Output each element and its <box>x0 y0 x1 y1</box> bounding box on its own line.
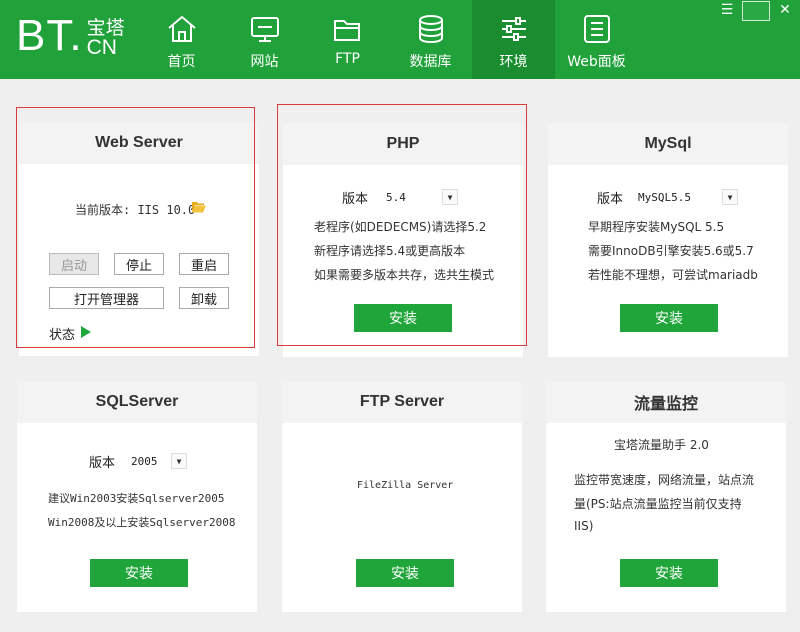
sqlserver-install-button[interactable]: 安装 <box>90 559 188 587</box>
chevron-down-icon: ▼ <box>722 189 738 205</box>
logo-cn-bottom: CN <box>86 36 117 59</box>
php-version-label: 版本 <box>342 192 369 207</box>
status-label: 状态 <box>49 328 76 343</box>
environment-panel: Web Server 当前版本: IIS 10.0 启动 停止 重启 打开管理器… <box>0 79 800 632</box>
window-controls: ☰ ✕ <box>712 0 800 22</box>
home-icon <box>167 15 196 42</box>
sqlserver-title: SQLServer <box>17 381 257 423</box>
nav-home-label: 首页 <box>167 54 196 70</box>
traffic-hint-2: 量(PS:站点流量监控当前仅支持 <box>574 497 742 511</box>
start-button[interactable]: 启动 <box>49 253 99 275</box>
sqlserver-hint-2: Win2008及以上安装Sqlserver2008 <box>48 516 236 529</box>
mysql-hint-1: 早期程序安装MySQL 5.5 <box>588 220 725 234</box>
web-server-title: Web Server <box>19 122 259 164</box>
mysql-hint-3: 若性能不理想，可尝试mariadb <box>588 268 758 282</box>
php-install-button[interactable]: 安装 <box>354 304 452 332</box>
nav-web-panel[interactable]: Web面板 <box>555 0 638 79</box>
mysql-version-select[interactable]: MySQL5.5 ▼ <box>638 187 738 207</box>
folder-icon <box>333 20 360 41</box>
folder-open-icon[interactable] <box>192 201 206 213</box>
nav-home[interactable]: 首页 <box>140 0 223 79</box>
main-nav: 首页 网站 FTP 数据库 环境 Web面板 <box>140 0 638 79</box>
chevron-down-icon: ▼ <box>171 453 187 469</box>
traffic-product-name: 宝塔流量助手 2.0 <box>614 438 709 452</box>
minimize-button[interactable] <box>742 1 770 21</box>
bt-logo: BT. 宝塔 CN <box>16 11 125 60</box>
ftp-server-title: FTP Server <box>282 381 522 423</box>
sqlserver-card: SQLServer 版本 2005 ▼ 建议Win2003安装Sqlserver… <box>17 381 257 612</box>
nav-web-panel-label: Web面板 <box>567 54 626 70</box>
database-icon <box>418 15 443 44</box>
sliders-icon <box>501 17 526 41</box>
sqlserver-version-label: 版本 <box>89 456 116 471</box>
php-hint-2: 新程序请选择5.4或更高版本 <box>314 244 466 258</box>
php-version-value: 5.4 <box>386 190 406 204</box>
web-server-version: 当前版本: IIS 10.0 <box>75 203 196 217</box>
ftp-install-button[interactable]: 安装 <box>356 559 454 587</box>
traffic-monitor-title: 流量监控 <box>546 381 786 423</box>
traffic-hint-1: 监控带宽速度，网络流量，站点流 <box>574 473 755 487</box>
nav-ftp-label: FTP <box>335 51 360 67</box>
php-hint-1: 老程序(如DEDECMS)请选择5.2 <box>314 220 487 234</box>
php-title: PHP <box>283 123 523 165</box>
mysql-title: MySql <box>548 123 788 165</box>
logo-bt-text: BT. <box>16 11 83 60</box>
nav-website[interactable]: 网站 <box>223 0 306 79</box>
logo-cn-top: 宝塔 <box>86 17 125 39</box>
ftp-product-name: FileZilla Server <box>357 480 454 491</box>
mysql-card: MySql 版本 MySQL5.5 ▼ 早期程序安装MySQL 5.5 需要In… <box>548 123 788 357</box>
nav-environment[interactable]: 环境 <box>472 0 555 79</box>
running-status-icon <box>81 326 91 338</box>
restart-button[interactable]: 重启 <box>179 253 229 275</box>
php-version-select[interactable]: 5.4 ▼ <box>386 187 458 207</box>
php-card: PHP 版本 5.4 ▼ 老程序(如DEDECMS)请选择5.2 新程序请选择5… <box>283 123 523 357</box>
mysql-hint-2: 需要InnoDB引擎安装5.6或5.7 <box>588 244 754 258</box>
uninstall-button[interactable]: 卸载 <box>179 287 229 309</box>
nav-environment-label: 环境 <box>499 54 528 70</box>
nav-website-label: 网站 <box>250 54 279 70</box>
web-server-card: Web Server 当前版本: IIS 10.0 启动 停止 重启 打开管理器… <box>19 122 259 356</box>
mysql-version-value: MySQL5.5 <box>638 190 691 204</box>
traffic-install-button[interactable]: 安装 <box>620 559 718 587</box>
mysql-install-button[interactable]: 安装 <box>620 304 718 332</box>
sqlserver-version-value: 2005 <box>131 454 158 468</box>
list-icon <box>583 15 610 43</box>
nav-ftp[interactable]: FTP <box>306 0 389 79</box>
php-hint-3: 如果需要多版本共存，选共生模式 <box>314 268 495 282</box>
close-icon[interactable]: ✕ <box>770 0 800 20</box>
open-manager-button[interactable]: 打开管理器 <box>49 287 164 309</box>
mysql-version-label: 版本 <box>597 192 624 207</box>
traffic-hint-3: IIS) <box>574 519 594 533</box>
nav-database[interactable]: 数据库 <box>389 0 472 79</box>
menu-icon[interactable]: ☰ <box>712 0 742 20</box>
traffic-monitor-card: 流量监控 宝塔流量助手 2.0 监控带宽速度，网络流量，站点流 量(PS:站点流… <box>546 381 786 612</box>
sqlserver-version-select[interactable]: 2005 ▼ <box>131 451 187 471</box>
stop-button[interactable]: 停止 <box>114 253 164 275</box>
ftp-server-card: FTP Server FileZilla Server 安装 <box>282 381 522 612</box>
nav-database-label: 数据库 <box>409 54 452 70</box>
monitor-icon <box>250 17 279 42</box>
header-bar: BT. 宝塔 CN 首页 网站 FTP 数据库 环境 Web面板 ☰ ✕ <box>0 0 800 79</box>
sqlserver-hint-1: 建议Win2003安装Sqlserver2005 <box>48 492 225 505</box>
chevron-down-icon: ▼ <box>442 189 458 205</box>
